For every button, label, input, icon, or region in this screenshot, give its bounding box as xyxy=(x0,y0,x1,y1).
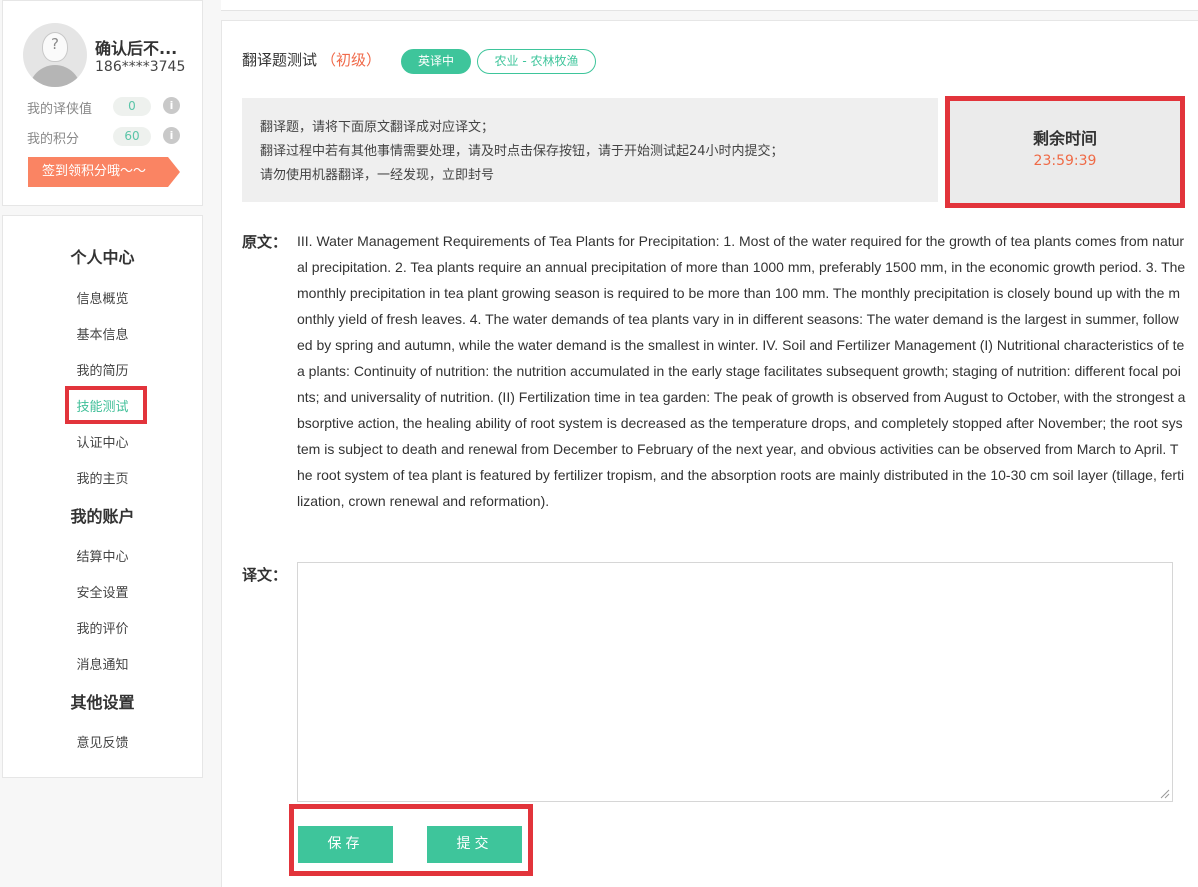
sidebar-item-homepage[interactable]: 我的主页 xyxy=(3,468,202,487)
language-pair-tag: 英译中 xyxy=(401,49,471,74)
avatar-body-shape xyxy=(29,65,81,87)
notice-line: 请勿使用机器翻译，一经发现，立即封号 xyxy=(260,168,495,183)
main-panel: 翻译题测试 （初级） 英译中 农业 - 农林牧渔 翻译题，请将下面原文翻译成对应译… xyxy=(221,20,1198,887)
sidebar-item-skill-test[interactable]: 技能测试 xyxy=(3,396,202,415)
sidebar-item-overview[interactable]: 信息概览 xyxy=(3,288,202,307)
user-name: 确认后不... xyxy=(95,39,178,58)
remaining-time-panel: 剩余时间 23:59:39 xyxy=(945,96,1185,208)
sidebar-item-security[interactable]: 安全设置 xyxy=(3,582,202,601)
sidebar-item-reviews[interactable]: 我的评价 xyxy=(3,618,202,637)
sidebar-item-basic-info[interactable]: 基本信息 xyxy=(3,324,202,343)
sidebar-item-certification[interactable]: 认证中心 xyxy=(3,432,202,451)
translation-label: 译文： xyxy=(242,566,288,584)
notice-line: 翻译题，请将下面原文翻译成对应译文； xyxy=(260,120,495,135)
sidebar-item-feedback[interactable]: 意见反馈 xyxy=(3,732,202,751)
info-icon[interactable]: i xyxy=(163,127,180,144)
stat-value: 60 xyxy=(113,127,151,146)
timer-label: 剩余时间 xyxy=(1032,129,1097,148)
sign-in-points-button[interactable]: 签到领积分哦～～ xyxy=(28,157,180,187)
domain-tag: 农业 - 农林牧渔 xyxy=(477,49,596,74)
test-title-row: 翻译题测试 （初级） xyxy=(242,49,381,75)
stat-label: 我的译侠值 xyxy=(27,102,93,117)
resize-grip-icon[interactable] xyxy=(1159,788,1170,799)
save-button[interactable]: 保存 xyxy=(298,826,393,863)
timer-value: 23:59:39 xyxy=(1033,153,1097,169)
page-title: 翻译题测试 xyxy=(242,51,318,69)
stat-value: 0 xyxy=(113,97,151,116)
action-buttons-highlight: 保存 提交 xyxy=(289,804,533,876)
sidebar-item-notifications[interactable]: 消息通知 xyxy=(3,654,202,673)
stat-label: 我的积分 xyxy=(27,132,80,147)
source-text: III. Water Management Requirements of Te… xyxy=(297,233,1186,509)
nav-section-personal-center: 个人中心 xyxy=(70,248,135,267)
sidebar-item-settlement[interactable]: 结算中心 xyxy=(3,546,202,565)
instructions-notice: 翻译题，请将下面原文翻译成对应译文； 翻译过程中若有其他事情需要处理，请及时点击… xyxy=(242,98,938,202)
top-bar xyxy=(221,0,1198,11)
source-label: 原文： xyxy=(242,233,288,251)
nav-section-my-account: 我的账户 xyxy=(70,507,135,526)
nav-section-other-settings: 其他设置 xyxy=(70,693,135,712)
info-icon[interactable]: i xyxy=(163,97,180,114)
user-phone: 186****3745 xyxy=(95,59,186,75)
translation-textarea[interactable] xyxy=(297,562,1173,802)
avatar[interactable]: ? xyxy=(23,23,87,87)
question-mark-icon: ? xyxy=(51,35,59,53)
submit-button[interactable]: 提交 xyxy=(427,826,522,863)
profile-card: ? 确认后不... 186****3745 我的译侠值 0 i 我的积分 60 … xyxy=(2,0,203,206)
notice-line: 翻译过程中若有其他事情需要处理，请及时点击保存按钮，请于开始测试起24小时内提交… xyxy=(260,144,784,159)
sidebar-nav: 个人中心 信息概览 基本信息 我的简历 技能测试 认证中心 我的主页 我的账户 … xyxy=(2,215,203,778)
sidebar-item-resume[interactable]: 我的简历 xyxy=(3,360,202,379)
test-level: （初级） xyxy=(321,51,382,69)
